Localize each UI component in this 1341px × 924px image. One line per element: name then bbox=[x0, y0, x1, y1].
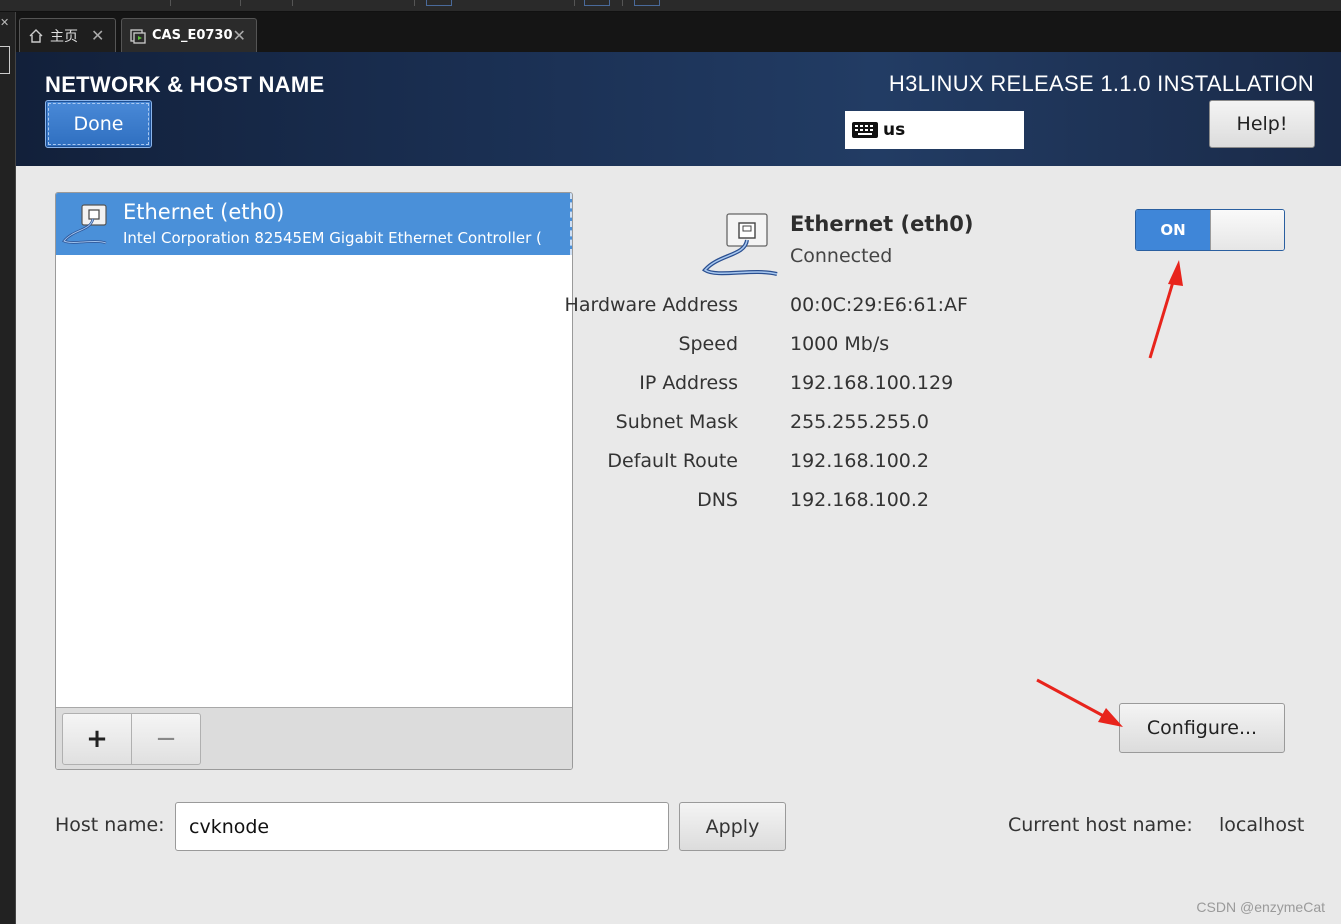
toggle-on-label: ON bbox=[1136, 210, 1210, 250]
toggle-knob[interactable] bbox=[1210, 210, 1284, 250]
connection-status: Connected bbox=[790, 245, 893, 267]
device-list-item[interactable]: Ethernet (eth0) Intel Corporation 82545E… bbox=[56, 193, 572, 255]
keyboard-layout-indicator[interactable]: us bbox=[845, 111, 1024, 149]
device-list: Ethernet (eth0) Intel Corporation 82545E… bbox=[55, 192, 573, 770]
detail-row-speed: Speed 1000 Mb/s bbox=[576, 333, 1276, 361]
left-sidebar-edge: ✕ bbox=[0, 12, 16, 924]
ethernet-icon bbox=[62, 204, 107, 245]
add-device-button[interactable]: + bbox=[62, 713, 132, 765]
detail-row-subnet-mask: Subnet Mask 255.255.255.0 bbox=[576, 411, 1276, 439]
device-name: Ethernet (eth0) bbox=[123, 200, 285, 224]
home-icon bbox=[28, 28, 44, 44]
network-spoke-body: Ethernet (eth0) Intel Corporation 82545E… bbox=[16, 166, 1341, 924]
remove-device-button[interactable]: − bbox=[131, 713, 201, 765]
watermark: CSDN @enzymeCat bbox=[1196, 899, 1325, 915]
collapse-icon[interactable]: ✕ bbox=[0, 16, 10, 32]
detail-row-default-route: Default Route 192.168.100.2 bbox=[576, 450, 1276, 478]
toolbar-button[interactable] bbox=[426, 0, 452, 6]
keyboard-layout-label: us bbox=[883, 120, 906, 140]
detail-value: 00:0C:29:E6:61:AF bbox=[790, 294, 968, 316]
detail-label: DNS bbox=[697, 489, 738, 511]
device-description: Intel Corporation 82545EM Gigabit Ethern… bbox=[123, 229, 542, 247]
detail-row-ip-address: IP Address 192.168.100.129 bbox=[576, 372, 1276, 400]
detail-label: Default Route bbox=[607, 450, 738, 472]
tab-vm-close-icon[interactable]: ✕ bbox=[233, 26, 248, 45]
current-hostname-label: Current host name: bbox=[1008, 814, 1193, 836]
toolbar-divider bbox=[414, 0, 415, 6]
help-button[interactable]: Help! bbox=[1209, 100, 1315, 148]
detail-value: 255.255.255.0 bbox=[790, 411, 930, 433]
current-hostname-value: localhost bbox=[1219, 814, 1305, 836]
detail-row-hardware-address: Hardware Address 00:0C:29:E6:61:AF bbox=[565, 294, 1276, 322]
apply-button[interactable]: Apply bbox=[679, 802, 786, 851]
vm-toolbar-strip bbox=[0, 0, 1341, 12]
connection-toggle[interactable]: ON bbox=[1135, 209, 1285, 251]
tab-vm[interactable]: CAS_E0730 ✕ bbox=[121, 18, 257, 52]
configure-button[interactable]: Configure... bbox=[1119, 703, 1285, 753]
release-title: H3LINUX RELEASE 1.1.0 INSTALLATION bbox=[888, 71, 1314, 96]
toolbar-divider bbox=[240, 0, 241, 6]
tab-home-label: 主页 bbox=[50, 28, 78, 45]
page-title: NETWORK & HOST NAME bbox=[45, 72, 325, 97]
tab-home[interactable]: 主页 ✕ bbox=[19, 18, 116, 52]
installer-header: NETWORK & HOST NAME Done H3LINUX RELEASE… bbox=[16, 52, 1341, 166]
detail-value: 1000 Mb/s bbox=[790, 333, 890, 355]
detail-label: IP Address bbox=[639, 372, 738, 394]
toolbar-divider bbox=[574, 0, 575, 6]
detail-label: Speed bbox=[678, 333, 738, 355]
detail-value: 192.168.100.2 bbox=[790, 489, 930, 511]
hostname-label: Host name: bbox=[55, 814, 165, 836]
keyboard-icon bbox=[851, 121, 879, 139]
sidebar-toggle[interactable] bbox=[0, 46, 10, 74]
detail-device-name: Ethernet (eth0) bbox=[790, 212, 974, 236]
detail-value: 192.168.100.2 bbox=[790, 450, 930, 472]
toolbar-divider bbox=[292, 0, 293, 6]
toolbar-button[interactable] bbox=[584, 0, 610, 6]
ethernet-large-icon bbox=[701, 213, 778, 276]
tab-home-close-icon[interactable]: ✕ bbox=[91, 26, 107, 45]
detail-label: Subnet Mask bbox=[615, 411, 738, 433]
toolbar-divider bbox=[170, 0, 171, 6]
done-button[interactable]: Done bbox=[45, 100, 152, 148]
tab-vm-label: CAS_E0730 bbox=[152, 28, 233, 43]
detail-value: 192.168.100.129 bbox=[790, 372, 954, 394]
vm-icon bbox=[130, 28, 146, 44]
hostname-input[interactable] bbox=[175, 802, 669, 851]
toolbar-divider bbox=[622, 0, 623, 6]
detail-label: Hardware Address bbox=[564, 294, 738, 316]
detail-row-dns: DNS 192.168.100.2 bbox=[576, 489, 1276, 517]
toolbar-button[interactable] bbox=[634, 0, 660, 6]
device-list-toolbar: + − bbox=[56, 707, 572, 769]
